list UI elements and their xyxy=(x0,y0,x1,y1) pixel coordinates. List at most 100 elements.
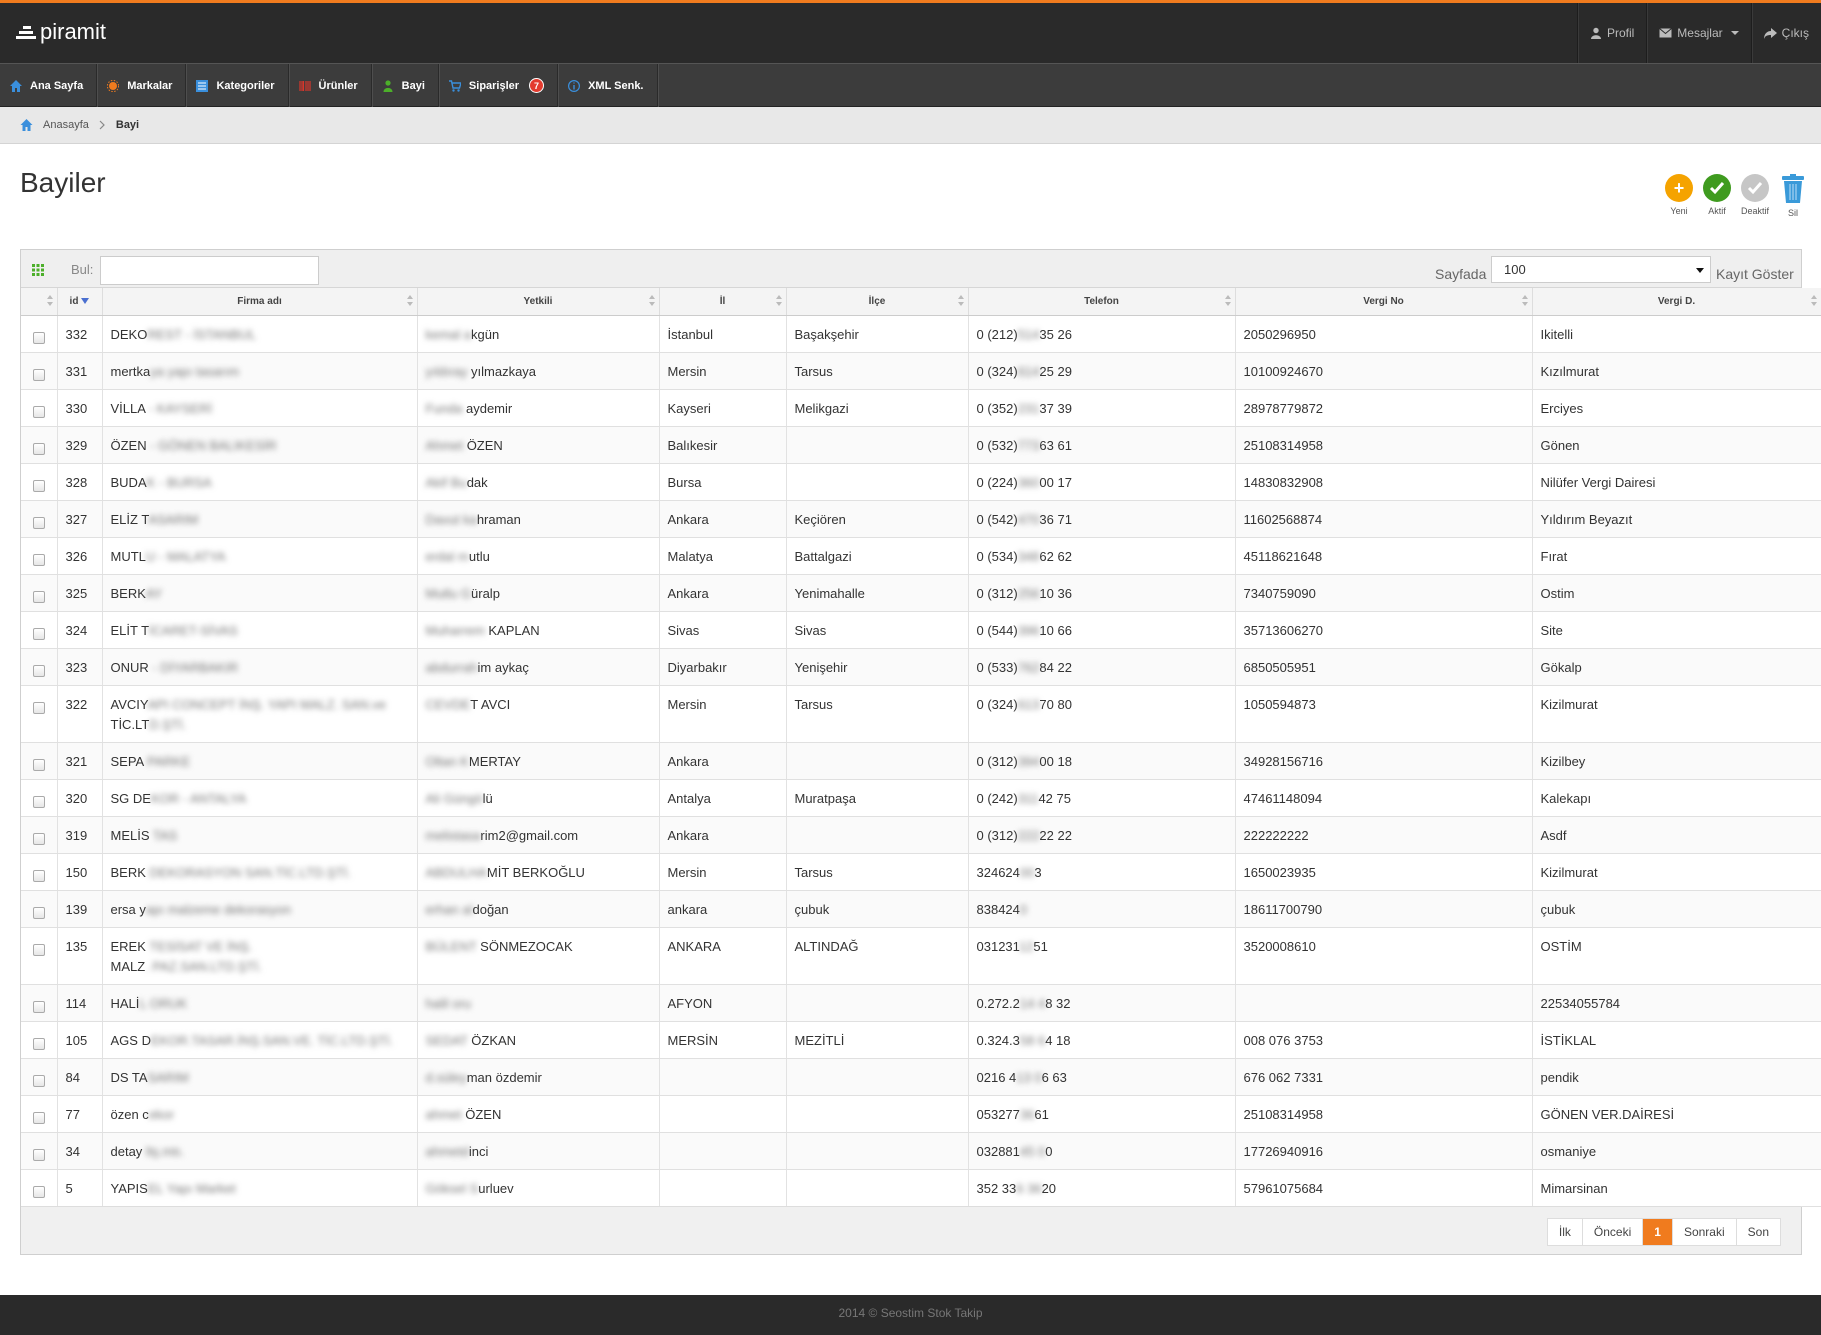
table-row[interactable]: 322 AVCIYAPI CONCEPT İNŞ. YAPI MALZ. SAN.… xyxy=(21,685,1821,743)
row-checkbox[interactable] xyxy=(32,479,45,492)
nav-item-products[interactable]: Ürünler xyxy=(289,64,372,107)
vergi-no-value: 1050594873 xyxy=(1243,696,1316,712)
table-row[interactable]: 324 ELİT TİCARET-SİVAS Muharrem KAPLAN Siva… xyxy=(21,611,1821,649)
breadcrumb-home-link[interactable]: Anasayfa xyxy=(43,119,89,131)
table-row[interactable]: 105 AGS DEKOR.TASAR.İNŞ.SAN.VE. TİC.LTD.Ş… xyxy=(21,1021,1821,1059)
firma-text-line2: MALZ xyxy=(110,958,146,974)
table-row[interactable]: 328 BUDAK - BURSA Akif Budak Bursa 0 (224)36… xyxy=(21,463,1821,501)
messages-dropdown[interactable]: Mesajlar xyxy=(1646,3,1750,63)
nav-item-orders[interactable]: Siparişler 7 xyxy=(439,64,559,107)
cell-il: Diyarbakır xyxy=(659,648,787,686)
first-page-button[interactable]: İlk xyxy=(1547,1219,1582,1245)
table-row[interactable]: 5 YAPISEL Yapı Market Göksel Surluev 352 33… xyxy=(21,1169,1821,1207)
row-checkbox[interactable] xyxy=(32,590,45,603)
table-row[interactable]: 34 detay ltş.mtı. ahmetdinci 03288145 00 177… xyxy=(21,1132,1821,1170)
table-row[interactable]: 135 EREK TESİSAT VE İNŞ. MALZ. PAZ.SAN.LTD… xyxy=(21,927,1821,985)
row-checkbox[interactable] xyxy=(32,832,45,845)
cell-yetkili: SEDAT ÖZKAN xyxy=(417,1021,660,1059)
column-header-telefon[interactable]: Telefon xyxy=(968,288,1236,316)
row-checkbox[interactable] xyxy=(32,368,45,381)
row-checkbox[interactable] xyxy=(32,1000,45,1013)
row-checkbox[interactable] xyxy=(32,331,45,344)
vergi-no-value: 14830832908 xyxy=(1243,474,1324,490)
select-column-header[interactable] xyxy=(21,288,58,316)
column-header-id[interactable]: id xyxy=(57,288,103,316)
row-checkbox[interactable] xyxy=(32,405,45,418)
vergi-no-value: 35713606270 xyxy=(1243,622,1324,638)
table-row[interactable]: 139 ersa yapı malzeme dekorasyon erhan ald… xyxy=(21,890,1821,928)
table-row[interactable]: 330 VİLLA - KAYSERİ Funda aydemir Kayseri Me… xyxy=(21,389,1821,427)
row-checkbox[interactable] xyxy=(32,943,45,956)
nav-item-brands[interactable]: Markalar xyxy=(97,64,187,107)
row-checkbox[interactable] xyxy=(32,906,45,919)
show-records-label: Kayıt Göster xyxy=(1716,266,1794,282)
cell-yetkili: Ahmet ÖZEN xyxy=(417,426,660,464)
id-value: 135 xyxy=(65,938,88,954)
table-row[interactable]: 329 ÖZEN - GÖNEN BALIKESİR Ahmet ÖZEN Balık… xyxy=(21,426,1821,464)
firma-text: detay xyxy=(110,1143,143,1159)
row-checkbox[interactable] xyxy=(32,1074,45,1087)
next-page-button[interactable]: Sonraki xyxy=(1671,1219,1736,1245)
telefon-redacted: 13 0 xyxy=(1016,1069,1042,1085)
previous-page-button[interactable]: Önceki xyxy=(1581,1219,1643,1245)
table-row[interactable]: 84 DS TASARIM d.süleyman özdemir 0216 413 0… xyxy=(21,1058,1821,1096)
column-header-il[interactable]: İl xyxy=(659,288,787,316)
column-header-vergi-d[interactable]: Vergi D. xyxy=(1532,288,1821,316)
row-checkbox[interactable] xyxy=(32,1037,45,1050)
table-row[interactable]: 325 BERKAY Mutlu Güralp Ankara Yenimahalle 0 … xyxy=(21,574,1821,612)
activate-button[interactable]: Aktif xyxy=(1701,174,1733,218)
row-checkbox[interactable] xyxy=(32,553,45,566)
row-checkbox[interactable] xyxy=(32,1185,45,1198)
row-checkbox[interactable] xyxy=(32,758,45,771)
per-page-select[interactable]: 100 xyxy=(1491,256,1711,283)
table-row[interactable]: 319 MELİS TAS melistasarim2@gmail.com Ankar… xyxy=(21,816,1821,854)
yetkili-text: dak xyxy=(466,474,488,490)
new-button[interactable]: + Yeni xyxy=(1663,174,1695,218)
profile-link[interactable]: Profil xyxy=(1576,3,1646,63)
nav-item-xml-sync[interactable]: XML Senk. xyxy=(558,64,658,107)
table-row[interactable]: 327 ELİZ TASARIM Davut kahraman Ankara Keçiö… xyxy=(21,500,1821,538)
current-page-button[interactable]: 1 xyxy=(1642,1219,1672,1245)
yetkili-text: MİT BERKOĞLU xyxy=(486,864,585,880)
table-row[interactable]: 150 BERK DEKORASYON SAN.TİC.LTD.ŞTİ. ABDUL… xyxy=(21,853,1821,891)
table-row[interactable]: 332 DEKOREST - İSTANBUL kemal akgün İstanbu… xyxy=(21,315,1821,353)
row-checkbox[interactable] xyxy=(32,701,45,714)
search-input[interactable] xyxy=(100,256,319,285)
row-checkbox[interactable] xyxy=(32,795,45,808)
row-checkbox[interactable] xyxy=(32,869,45,882)
table-row[interactable]: 331 mertkaya yapı tasarım yıldıray yılmazk… xyxy=(21,352,1821,390)
id-value: 330 xyxy=(65,400,88,416)
table-row[interactable]: 114 HALİL ORUK halil oru AFYON 0.272.214 48 … xyxy=(21,984,1821,1022)
row-checkbox[interactable] xyxy=(32,1111,45,1124)
last-page-button[interactable]: Son xyxy=(1735,1219,1780,1245)
deactivate-button[interactable]: Deaktif xyxy=(1739,174,1771,218)
telefon-redacted: 231 xyxy=(1017,400,1040,416)
row-checkbox[interactable] xyxy=(32,442,45,455)
nav-label-categories: Kategoriler xyxy=(216,79,275,92)
cell-il: Sivas xyxy=(659,611,787,649)
home-icon xyxy=(10,79,22,92)
row-checkbox[interactable] xyxy=(32,516,45,529)
delete-button[interactable]: Sil xyxy=(1777,174,1809,218)
row-checkbox[interactable] xyxy=(32,664,45,677)
nav-item-dealer[interactable]: Bayi xyxy=(372,64,439,107)
row-select-cell xyxy=(21,685,58,743)
yetkili-text: üralp xyxy=(471,585,500,601)
column-header-yetkili[interactable]: Yetkili xyxy=(417,288,660,316)
table-row[interactable]: 321 SEPA PARKE Oltan KMERTAY Ankara 0 (312)3… xyxy=(21,742,1821,780)
logout-link[interactable]: Çıkış xyxy=(1750,3,1821,63)
table-row[interactable]: 320 SG DEKOR - ANTALYA Ali Güngölü Antalya M… xyxy=(21,779,1821,817)
table-row[interactable]: 326 MUTLU - MALATYA erdal mutlu Malatya Batt… xyxy=(21,537,1821,575)
cell-firma: MUTLU - MALATYA xyxy=(102,537,418,575)
table-row[interactable]: 323 ONUR - DİYARBAKIR abdurrahim aykaç Diya… xyxy=(21,648,1821,686)
row-checkbox[interactable] xyxy=(32,627,45,640)
nav-item-home[interactable]: Ana Sayfa xyxy=(0,64,98,107)
column-header-vergi-no[interactable]: Vergi No xyxy=(1235,288,1533,316)
logo[interactable]: piramit xyxy=(16,19,106,45)
column-header-firma[interactable]: Firma adı xyxy=(102,288,418,316)
vergi-no-value: 28978779872 xyxy=(1243,400,1324,416)
nav-item-categories[interactable]: Kategoriler xyxy=(186,64,289,107)
row-checkbox[interactable] xyxy=(32,1148,45,1161)
column-header-ilce[interactable]: İlçe xyxy=(786,288,969,316)
table-row[interactable]: 77 özen cekor ahmet ÖZEN 0532773661 25108314… xyxy=(21,1095,1821,1133)
